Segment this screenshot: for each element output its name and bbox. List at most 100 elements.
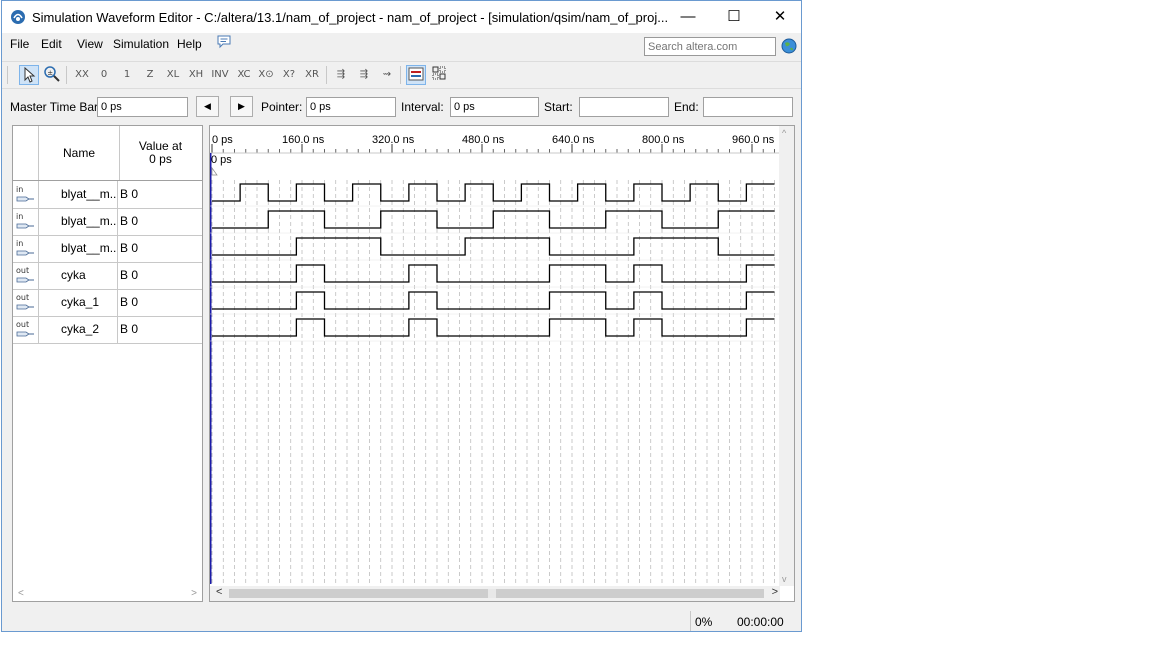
ruler-tick-label: 480.0 ns: [462, 134, 505, 146]
toolbar-separator: [66, 66, 67, 84]
cursor-flag-icon[interactable]: [211, 166, 218, 176]
toolbar-separator: [326, 66, 327, 84]
title-bar: Simulation Waveform Editor - C:/altera/1…: [2, 1, 801, 33]
force-low-icon[interactable]: 0: [94, 65, 114, 85]
value-column-header[interactable]: Value at 0 ps: [119, 140, 202, 166]
scroll-right-icon[interactable]: >: [191, 588, 197, 599]
output-pin-icon: out: [16, 293, 34, 310]
count-value-icon[interactable]: XC: [234, 65, 254, 85]
end-label: End:: [674, 100, 699, 114]
signal-waveform[interactable]: [212, 183, 775, 202]
ruler-tick-label: 960.0 ns: [732, 134, 775, 146]
run-timing-simulation-icon[interactable]: ⇶: [354, 65, 374, 85]
menu-simulation[interactable]: Simulation: [113, 37, 169, 51]
window-title: Simulation Waveform Editor - C:/altera/1…: [32, 10, 669, 25]
signal-row[interactable]: in blyat__m... B 0: [13, 208, 202, 236]
signal-row[interactable]: out cyka_2 B 0: [13, 316, 202, 344]
arbitrary-value-icon[interactable]: XR: [302, 65, 322, 85]
uninitialized-icon[interactable]: XX: [72, 65, 92, 85]
end-field[interactable]: [703, 97, 793, 117]
waveform-canvas[interactable]: 0 ps 160.0 ns 320.0 ns 480.0 ns 640.0 ns 800.…: [210, 126, 780, 586]
pin-direction-label: in: [16, 239, 23, 248]
waveform-compare-icon[interactable]: [406, 65, 426, 85]
signal-name[interactable]: cyka_1: [38, 289, 118, 316]
signal-name[interactable]: blyat__m...: [38, 181, 118, 208]
scroll-down-icon[interactable]: v: [782, 574, 787, 584]
signal-row[interactable]: in blyat__m... B 0: [13, 181, 202, 209]
master-time-bar-field[interactable]: 0 ps: [97, 97, 188, 117]
ruler-tick-label: 800.0 ns: [642, 134, 685, 146]
ruler-tick-label: 0 ps: [212, 134, 233, 146]
invert-icon[interactable]: INV: [210, 65, 230, 85]
hscroll-thumb[interactable]: [488, 589, 496, 598]
quartus-app-icon: [11, 10, 25, 24]
random-value-icon[interactable]: X?: [279, 65, 299, 85]
weak-low-icon[interactable]: XL: [163, 65, 183, 85]
menu-view[interactable]: View: [77, 37, 103, 51]
toolbar-separator: [400, 66, 401, 84]
input-pin-icon: in: [16, 212, 34, 229]
output-pin-icon: out: [16, 320, 34, 337]
search-input[interactable]: [648, 39, 772, 54]
progress-percent: 0%: [690, 611, 735, 631]
close-button[interactable]: ✕: [757, 1, 801, 33]
pin-direction-label: in: [16, 212, 23, 221]
interval-field[interactable]: 0 ps: [450, 97, 539, 117]
signal-value: B 0: [120, 322, 139, 336]
scroll-left-icon[interactable]: <: [216, 586, 222, 598]
generate-netlist-icon[interactable]: ⇝: [377, 65, 397, 85]
globe-icon[interactable]: [781, 38, 797, 54]
clock-icon[interactable]: X⊙: [256, 65, 276, 85]
high-impedance-icon[interactable]: Z: [140, 65, 160, 85]
signal-name[interactable]: cyka_2: [38, 316, 118, 343]
ruler-tick-label: 160.0 ns: [282, 134, 325, 146]
zoom-tool-icon[interactable]: ±: [42, 65, 62, 85]
signal-name[interactable]: blyat__m...: [38, 235, 118, 262]
pointer-label: Pointer:: [261, 100, 303, 114]
start-field[interactable]: [579, 97, 669, 117]
signal-row[interactable]: out cyka B 0: [13, 262, 202, 290]
input-pin-icon: in: [16, 185, 34, 202]
feedback-icon[interactable]: [216, 35, 232, 49]
hscroll-track[interactable]: [229, 589, 764, 598]
menu-help[interactable]: Help: [177, 37, 202, 51]
waveform-hscroll[interactable]: < >: [210, 586, 780, 601]
prev-transition-button[interactable]: ◀: [196, 96, 219, 117]
master-time-bar-label: Master Time Bar:: [10, 100, 102, 114]
waveform-panel[interactable]: 0 ps 160.0 ns 320.0 ns 480.0 ns 640.0 ns 800.…: [209, 125, 795, 602]
force-high-icon[interactable]: 1: [117, 65, 137, 85]
selection-tool-icon[interactable]: [19, 65, 39, 85]
minimize-button[interactable]: —: [665, 1, 711, 33]
signal-value: B 0: [120, 187, 139, 201]
name-panel-hscroll[interactable]: < >: [13, 587, 202, 601]
input-pin-icon: in: [16, 239, 34, 256]
toolbar: ± XX 0 1 Z XL XH INV XC X⊙ X? XR ⇶ ⇶ ⇝: [2, 61, 801, 89]
scroll-right-icon[interactable]: >: [772, 586, 778, 598]
signal-name-panel: Name Value at 0 ps in blyat__m... B 0 in bly…: [12, 125, 203, 602]
pin-direction-label: out: [16, 266, 29, 275]
pointer-field[interactable]: 0 ps: [306, 97, 396, 117]
menu-edit[interactable]: Edit: [41, 37, 62, 51]
scroll-up-icon[interactable]: ^: [782, 128, 786, 138]
weak-high-icon[interactable]: XH: [186, 65, 206, 85]
signal-name[interactable]: blyat__m...: [38, 208, 118, 235]
signal-row[interactable]: out cyka_1 B 0: [13, 289, 202, 317]
signal-row[interactable]: in blyat__m... B 0: [13, 235, 202, 263]
maximize-button[interactable]: ☐: [711, 1, 757, 33]
next-transition-button[interactable]: ▶: [230, 96, 253, 117]
snap-to-grid-icon[interactable]: [429, 65, 449, 85]
search-field[interactable]: [644, 37, 776, 56]
master-time-cursor-label: 0 ps: [211, 154, 232, 166]
scroll-left-icon[interactable]: <: [18, 588, 24, 599]
ruler-tick-label: 320.0 ns: [372, 134, 415, 146]
status-bar: 0% 00:00:00: [2, 611, 801, 631]
name-column-header[interactable]: Name: [38, 126, 120, 180]
pin-direction-label: out: [16, 293, 29, 302]
menu-file[interactable]: File: [10, 37, 29, 51]
waveform-vscroll[interactable]: ^ v: [779, 126, 794, 586]
signal-waveform[interactable]: [212, 210, 775, 229]
signal-name[interactable]: cyka: [38, 262, 118, 289]
ruler-tick-label: 640.0 ns: [552, 134, 595, 146]
run-functional-simulation-icon[interactable]: ⇶: [331, 65, 351, 85]
signal-value: B 0: [120, 295, 139, 309]
